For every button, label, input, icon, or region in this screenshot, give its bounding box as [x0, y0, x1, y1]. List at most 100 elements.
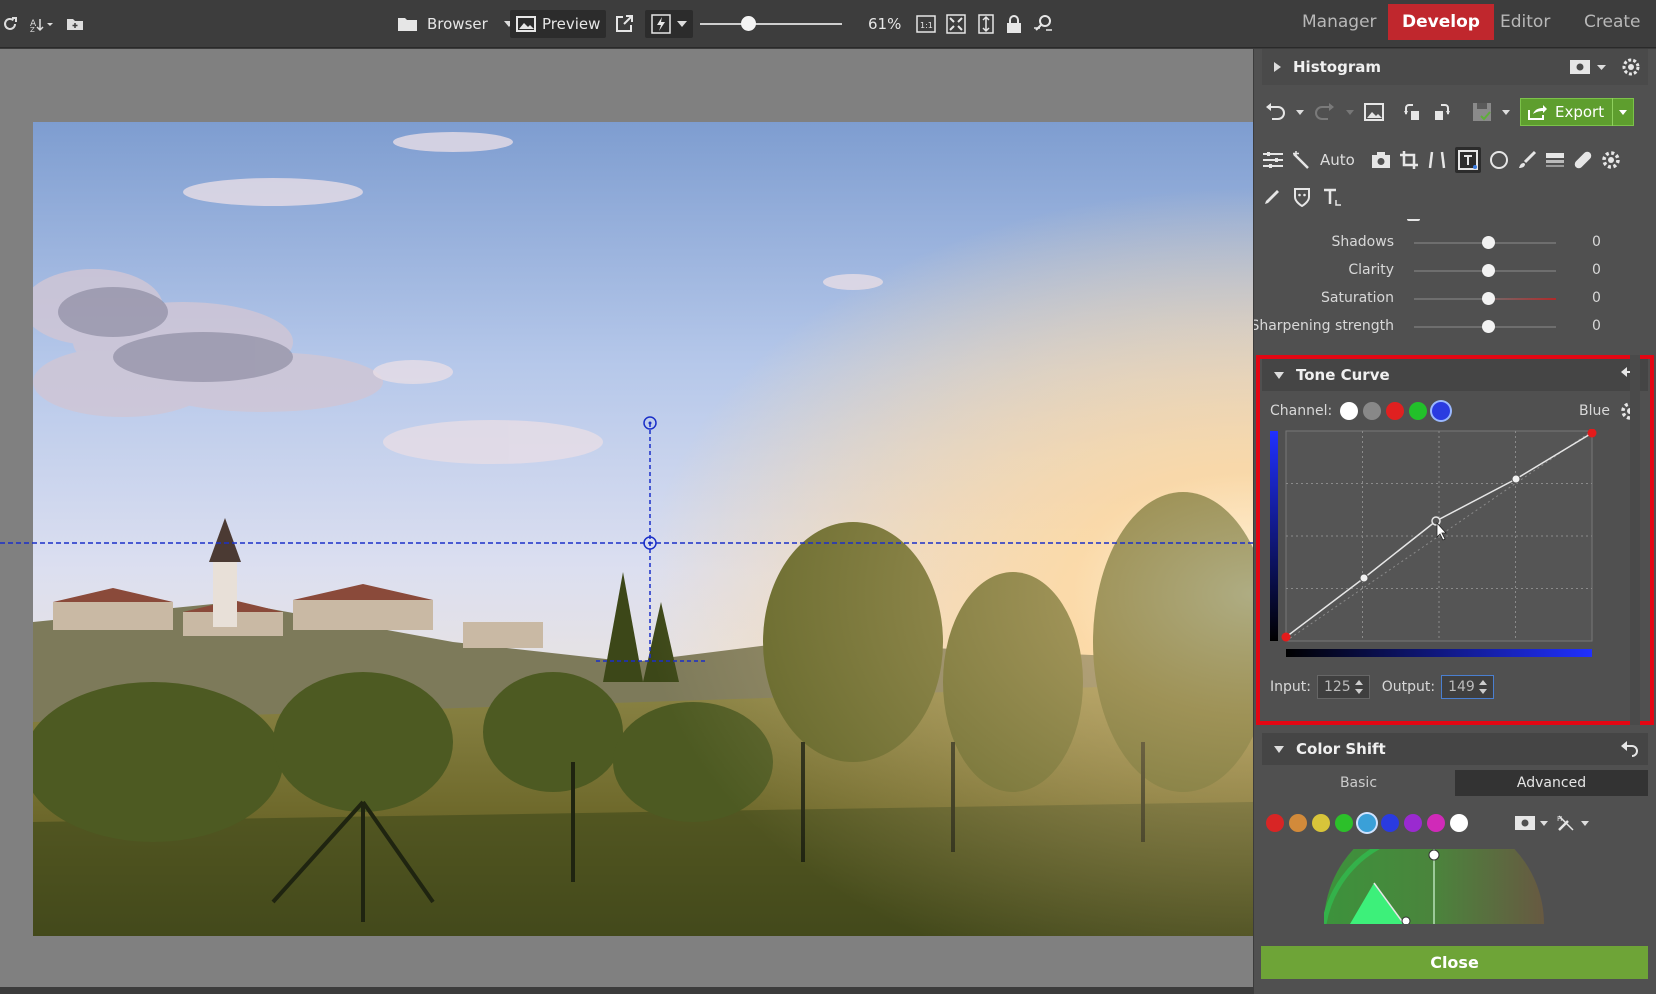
pen-icon[interactable]	[1262, 187, 1282, 207]
sliders-icon[interactable]	[1262, 151, 1284, 169]
chevron-down-icon[interactable]	[1346, 109, 1354, 115]
edit-actions-row: Export	[1264, 97, 1644, 127]
chevron-down-icon[interactable]	[1540, 820, 1548, 826]
slider-knob[interactable]	[1482, 264, 1495, 277]
hue-green-swatch[interactable]	[1335, 814, 1353, 832]
color-shift-wheel[interactable]	[1324, 849, 1544, 924]
new-folder-icon[interactable]	[64, 17, 86, 31]
hue-magenta-swatch[interactable]	[1427, 814, 1445, 832]
slider-knob[interactable]	[1482, 292, 1495, 305]
tone-curve-graph[interactable]	[1270, 429, 1610, 679]
close-button[interactable]: Close	[1261, 946, 1648, 979]
healing-bandage-icon[interactable]	[1573, 150, 1593, 170]
flash-button[interactable]	[645, 10, 693, 38]
chevron-down-icon[interactable]	[1296, 109, 1304, 115]
lock-icon[interactable]	[1006, 14, 1022, 34]
fit-screen-icon[interactable]	[946, 14, 966, 34]
hue-purple-swatch[interactable]	[1404, 814, 1422, 832]
preview-toggle[interactable]: Preview	[510, 10, 607, 38]
color-shift-header[interactable]: Color Shift	[1262, 733, 1648, 765]
slider-knob[interactable]	[1482, 320, 1495, 333]
circle-mask-icon[interactable]	[1489, 150, 1509, 170]
hue-white-swatch[interactable]	[1450, 814, 1468, 832]
input-value: 125	[1323, 679, 1351, 695]
original-image-icon[interactable]	[1364, 103, 1384, 121]
hue-blue-swatch[interactable]	[1381, 814, 1399, 832]
tone-curve-title: Tone Curve	[1296, 366, 1390, 384]
mode-editor[interactable]: Editor	[1486, 4, 1564, 40]
output-label: Output:	[1381, 679, 1436, 695]
hue-red-swatch[interactable]	[1266, 814, 1284, 832]
slider-knob[interactable]	[1482, 236, 1495, 249]
gear-icon[interactable]	[1601, 150, 1621, 170]
channel-rgb-swatch[interactable]	[1340, 402, 1359, 420]
slider-label: Saturation	[1321, 290, 1394, 306]
chevron-down-icon[interactable]	[1502, 109, 1510, 115]
channel-label: Channel:	[1270, 403, 1333, 419]
snapshot-icon[interactable]	[1570, 60, 1590, 74]
histogram-header[interactable]: Histogram	[1262, 49, 1648, 85]
save-icon[interactable]	[1472, 102, 1492, 122]
shield-face-icon[interactable]	[1292, 187, 1312, 207]
undo-icon[interactable]	[1264, 102, 1286, 122]
input-field[interactable]: 125	[1316, 675, 1370, 699]
hue-orange-swatch[interactable]	[1289, 814, 1307, 832]
hue-yellow-swatch[interactable]	[1312, 814, 1330, 832]
horizon-tool-icon[interactable]	[1454, 147, 1481, 173]
browser-button[interactable]: Browser	[397, 10, 514, 38]
color-shift-tabs: Basic Advanced	[1262, 770, 1648, 796]
panel-scrollbar[interactable]	[1630, 355, 1640, 725]
chevron-down-icon[interactable]	[1581, 820, 1589, 826]
slider-clarity[interactable]: Clarity 0	[1254, 257, 1634, 285]
tab-advanced[interactable]: Advanced	[1455, 770, 1648, 796]
preview-button[interactable]: Preview	[510, 10, 634, 38]
tab-basic[interactable]: Basic	[1262, 770, 1455, 796]
fit-height-icon[interactable]	[976, 14, 996, 34]
stepper-icon[interactable]	[1478, 680, 1487, 694]
mode-develop[interactable]: Develop	[1388, 4, 1494, 40]
hue-aqua-swatch[interactable]	[1358, 814, 1376, 832]
flash-dropdown[interactable]	[645, 10, 693, 38]
gear-icon[interactable]	[1622, 58, 1640, 76]
snapshot-icon[interactable]	[1515, 816, 1535, 830]
channel-blue-swatch[interactable]	[1432, 402, 1451, 420]
external-link-icon[interactable]	[614, 14, 634, 34]
rotate-left-icon[interactable]	[1402, 102, 1422, 122]
slider-saturation[interactable]: Saturation 0	[1254, 285, 1634, 313]
crop-icon[interactable]	[1399, 150, 1419, 170]
stepper-icon[interactable]	[1354, 680, 1363, 694]
magic-wand-icon[interactable]	[1292, 150, 1312, 170]
slider-sharpening[interactable]: Sharpening strength 0	[1254, 313, 1634, 341]
mode-manager[interactable]: Manager	[1288, 4, 1391, 40]
reset-arrow-icon[interactable]	[1620, 741, 1638, 757]
redo-icon[interactable]	[1314, 102, 1336, 122]
eyedropper-off-icon[interactable]: H	[1556, 813, 1576, 833]
photo-viewer[interactable]	[0, 49, 1253, 987]
actual-size-icon[interactable]: 1:1	[916, 14, 936, 34]
chevron-down-icon[interactable]	[1612, 98, 1628, 126]
gradient-filter-icon[interactable]	[1545, 151, 1565, 169]
output-field[interactable]: 149	[1441, 675, 1494, 699]
zoom-slider-knob[interactable]	[741, 16, 756, 31]
slider-shadows[interactable]: Shadows 0	[1254, 229, 1634, 257]
camera-icon[interactable]	[1371, 151, 1391, 169]
perspective-icon[interactable]	[1427, 150, 1447, 170]
auto-button[interactable]: Auto	[1320, 151, 1355, 169]
zoom-slider[interactable]	[700, 10, 845, 38]
channel-luminance-swatch[interactable]	[1363, 402, 1382, 420]
mode-create[interactable]: Create	[1570, 4, 1655, 40]
channel-green-swatch[interactable]	[1409, 402, 1428, 420]
chevron-down-icon[interactable]	[677, 21, 687, 27]
channel-red-swatch[interactable]	[1386, 402, 1405, 420]
refresh-icon[interactable]	[0, 16, 20, 32]
text-tool-icon[interactable]	[1322, 187, 1342, 207]
export-button[interactable]: Export	[1520, 98, 1635, 126]
slider-value: 0	[1592, 234, 1601, 250]
brush-icon[interactable]	[1517, 150, 1537, 170]
tone-curve-header[interactable]: Tone Curve	[1262, 359, 1648, 391]
compare-search-icon[interactable]	[1032, 14, 1054, 34]
horizon-guide[interactable]	[0, 49, 1253, 987]
chevron-down-icon[interactable]	[1597, 64, 1606, 70]
sort-icon[interactable]: AZ	[28, 16, 58, 32]
rotate-right-icon[interactable]	[1432, 102, 1452, 122]
